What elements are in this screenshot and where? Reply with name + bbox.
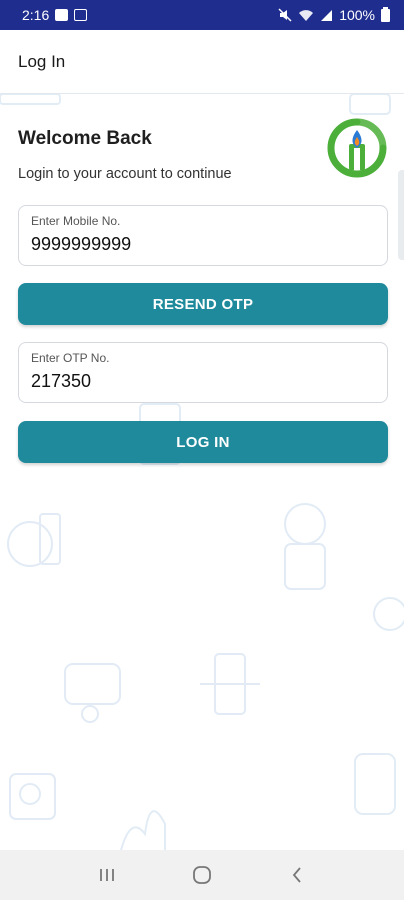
screen-icon	[55, 9, 69, 21]
home-icon	[193, 866, 211, 884]
app-bar: Log In	[0, 30, 404, 94]
mobile-field-label: Enter Mobile No.	[31, 214, 121, 228]
mute-icon	[278, 8, 292, 22]
battery-percent: 100%	[339, 7, 375, 23]
home-button[interactable]	[182, 855, 222, 895]
mobile-field[interactable]: Enter Mobile No.	[18, 205, 388, 266]
otp-field[interactable]: Enter OTP No.	[18, 342, 388, 403]
login-button[interactable]: LOG IN	[18, 421, 388, 463]
signal-icon	[321, 9, 333, 21]
welcome-subtitle: Login to your account to continue	[18, 166, 232, 182]
status-bar: 2:16 100%	[0, 0, 404, 30]
status-time: 2:16	[22, 7, 50, 23]
back-button[interactable]	[277, 855, 317, 895]
recent-apps-icon	[100, 869, 115, 881]
otp-input[interactable]	[31, 371, 371, 392]
edge-panel-handle[interactable]	[398, 170, 404, 260]
recent-apps-button[interactable]	[87, 855, 127, 895]
page-title: Log In	[18, 51, 66, 71]
wifi-icon	[299, 9, 314, 21]
resend-otp-button[interactable]: RESEND OTP	[18, 283, 388, 325]
back-icon	[292, 867, 301, 883]
brand-logo-icon	[327, 118, 387, 178]
welcome-title: Welcome Back	[18, 128, 152, 149]
otp-field-label: Enter OTP No.	[31, 351, 110, 365]
system-nav-bar	[0, 850, 404, 900]
mobile-input[interactable]	[31, 234, 371, 255]
gallery-icon	[74, 9, 88, 21]
battery-icon	[381, 6, 390, 22]
